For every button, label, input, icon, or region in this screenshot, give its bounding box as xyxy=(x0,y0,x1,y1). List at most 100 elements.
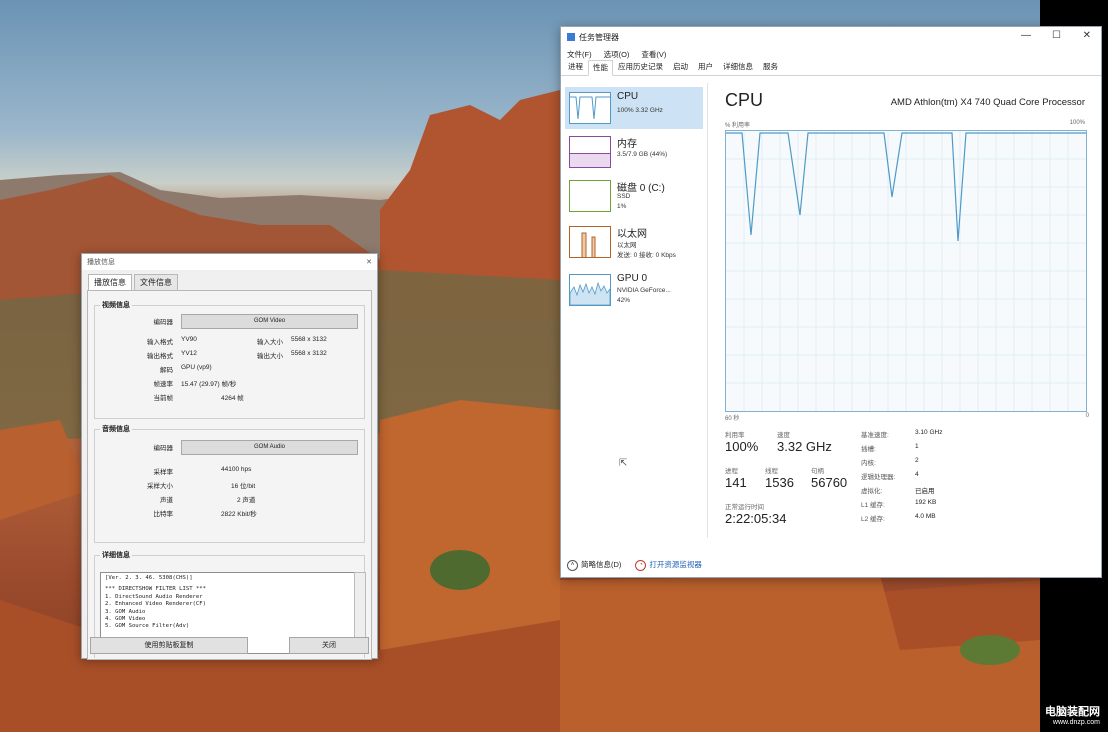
tab-users[interactable]: 用户 xyxy=(693,59,718,75)
utilization-label: 利用率 xyxy=(725,432,745,439)
spec-key: 逻辑处理器: xyxy=(861,474,896,481)
sidebar-gpu-name: GPU 0 xyxy=(617,273,648,284)
tab-bar: 进程 性能 应用历史记录 启动 用户 详细信息 服务 xyxy=(561,59,1101,76)
spec-key: L2 缓存: xyxy=(861,516,885,523)
sidebar-disk-name: 磁盘 0 (C:) xyxy=(617,183,665,194)
brief-info-button[interactable]: ˄ 简略信息(D) xyxy=(567,559,621,571)
minimize-icon[interactable]: — xyxy=(1021,30,1031,41)
chevron-up-icon: ˄ xyxy=(567,559,578,571)
spec-key: 内核: xyxy=(861,460,876,467)
output-size-label: 输出大小 xyxy=(257,353,283,360)
cpu-usage-graph-svg xyxy=(726,131,1086,411)
threads-label: 线程 xyxy=(765,468,778,475)
sidebar-cpu-sub: 100% 3.32 GHz xyxy=(617,107,663,114)
resource-monitor-icon: ◔ xyxy=(635,559,647,571)
threads-value: 1536 xyxy=(765,475,794,490)
sidebar-disk-sub1: SSD xyxy=(617,193,631,200)
audio-info-group: 音频信息 编码器 GOM Audio 采样率 44100 hps 采样大小 16… xyxy=(94,424,365,543)
input-format-value: YV90 xyxy=(181,336,197,343)
media-info-title: 播放信息 xyxy=(87,259,115,266)
media-info-titlebar[interactable]: 播放信息 ✕ xyxy=(82,254,377,270)
input-size-value: 5568 x 3132 xyxy=(291,336,327,343)
tab-services[interactable]: 服务 xyxy=(758,59,783,75)
close-icon[interactable]: ✕ xyxy=(366,258,372,266)
sidebar-ethernet-name: 以太网 xyxy=(617,229,647,240)
performance-sidebar: CPU 100% 3.32 GHz 内存 3.5/7.9 GB (44%) 磁盘… xyxy=(561,83,708,538)
processor-name: AMD Athlon(tm) X4 740 Quad Core Processo… xyxy=(890,97,1085,108)
tab-performance[interactable]: 性能 xyxy=(588,60,613,76)
bitrate-label: 比特率 xyxy=(153,511,174,518)
samplesize-label: 采样大小 xyxy=(147,483,173,490)
log-line: 1. DirectSound Audio Renderer xyxy=(105,593,203,600)
video-codec-field: GOM Video xyxy=(181,314,358,329)
tab-startup[interactable]: 启动 xyxy=(668,59,693,75)
decode-label: 解码 xyxy=(160,367,173,374)
decode-value: GPU (vp9) xyxy=(181,364,212,371)
log-line: 2. Enhanced Video Renderer(CF) xyxy=(105,601,207,608)
uptime-value: 2:22:05:34 xyxy=(725,511,787,526)
ethernet-thumbnail-graph xyxy=(569,226,611,258)
copy-to-clipboard-button[interactable]: 使用剪贴板复制 xyxy=(90,637,248,654)
graph-time-label: 60 秒 xyxy=(725,416,740,422)
handles-value: 56760 xyxy=(811,475,848,490)
log-line: [Ver. 2. 3. 46. 5308(CHS)] xyxy=(105,575,193,581)
spec-value: 2 xyxy=(915,457,919,464)
log-line: 4. GOM Video xyxy=(105,616,146,623)
spec-key: 插槽: xyxy=(861,446,876,453)
detail-group-title: 详细信息 xyxy=(100,550,132,560)
close-button[interactable]: 关闭 xyxy=(289,637,369,654)
video-info-group: 视频信息 编码器 GOM Video 输入格式 YV90 输入大小 5568 x… xyxy=(94,300,365,419)
menu-options[interactable]: 选项(O) xyxy=(604,49,630,60)
sidebar-ethernet-sub1: 以太网 xyxy=(617,242,637,249)
brief-info-label: 简略信息(D) xyxy=(581,560,622,570)
samplerate-label: 采样率 xyxy=(153,469,174,476)
audio-codec-label: 编码器 xyxy=(153,445,174,452)
input-size-label: 输入大小 xyxy=(257,339,283,346)
open-resource-monitor-label: 打开资源监视器 xyxy=(649,560,702,570)
audio-codec-field: GOM Audio xyxy=(181,440,358,455)
sidebar-disk-sub2: 1% xyxy=(617,203,627,210)
handles-label: 句柄 xyxy=(811,468,824,475)
log-line: 5. GOM Source Filter(Adv) xyxy=(105,623,190,630)
sidebar-item-cpu[interactable]: CPU 100% 3.32 GHz xyxy=(565,87,703,129)
sidebar-item-disk[interactable]: 磁盘 0 (C:) SSD 1% xyxy=(565,175,703,217)
speed-value: 3.32 GHz xyxy=(777,439,832,454)
spec-value: 4 xyxy=(915,471,919,478)
menu-view[interactable]: 查看(V) xyxy=(641,49,666,60)
tab-processes[interactable]: 进程 xyxy=(563,59,588,75)
input-format-label: 输入格式 xyxy=(147,339,173,346)
watermark-url: www.dnzp.com xyxy=(1052,719,1100,726)
sidebar-gpu-sub2: 42% xyxy=(617,297,631,304)
open-resource-monitor-link[interactable]: ◔ 打开资源监视器 xyxy=(635,559,702,571)
current-frame-label: 当前帧 xyxy=(153,395,174,402)
spec-value: 4.0 MB xyxy=(915,513,936,520)
task-manager-title: 任务管理器 xyxy=(579,32,619,42)
close-icon[interactable]: ✕ xyxy=(1083,30,1091,41)
log-line: *** DIRECTSHOW FILTER LIST *** xyxy=(105,586,207,593)
spec-value: 1 xyxy=(915,443,919,450)
video-codec-label: 编码器 xyxy=(153,319,174,326)
tab-file-info[interactable]: 文件信息 xyxy=(134,274,178,290)
sidebar-memory-sub: 3.5/7.9 GB (44%) xyxy=(617,151,668,158)
tab-playback-info[interactable]: 播放信息 xyxy=(88,274,132,290)
samplerate-value: 44100 hps xyxy=(221,466,252,473)
maximize-icon[interactable]: ☐ xyxy=(1052,30,1061,41)
cpu-detail-panel: CPU AMD Athlon(tm) X4 740 Quad Core Proc… xyxy=(725,83,1095,538)
media-info-tabs: 播放信息 文件信息 xyxy=(82,270,377,290)
speed-label: 速度 xyxy=(777,432,790,439)
media-info-panel: 视频信息 编码器 GOM Video 输入格式 YV90 输入大小 5568 x… xyxy=(87,290,372,660)
framerate-label: 帧速率 xyxy=(153,381,174,388)
bitrate-value: 2822 Kbit/秒 xyxy=(221,511,257,518)
output-size-value: 5568 x 3132 xyxy=(291,350,327,357)
sidebar-item-ethernet[interactable]: 以太网 以太网 发送: 0 接收: 0 Kbps xyxy=(565,221,703,263)
tab-app-history[interactable]: 应用历史记录 xyxy=(613,59,668,75)
cpu-usage-graph xyxy=(725,130,1087,412)
sidebar-item-gpu[interactable]: GPU 0 NVIDIA GeForce... 42% xyxy=(565,269,703,311)
sidebar-item-memory[interactable]: 内存 3.5/7.9 GB (44%) xyxy=(565,131,703,173)
tab-details[interactable]: 详细信息 xyxy=(718,59,758,75)
menu-file[interactable]: 文件(F) xyxy=(567,49,592,60)
samplesize-value: 16 位/bit xyxy=(231,483,256,490)
video-group-title: 视频信息 xyxy=(100,300,132,310)
task-manager-titlebar[interactable]: 任务管理器 — ☐ ✕ xyxy=(561,27,1101,47)
processes-label: 进程 xyxy=(725,468,738,475)
